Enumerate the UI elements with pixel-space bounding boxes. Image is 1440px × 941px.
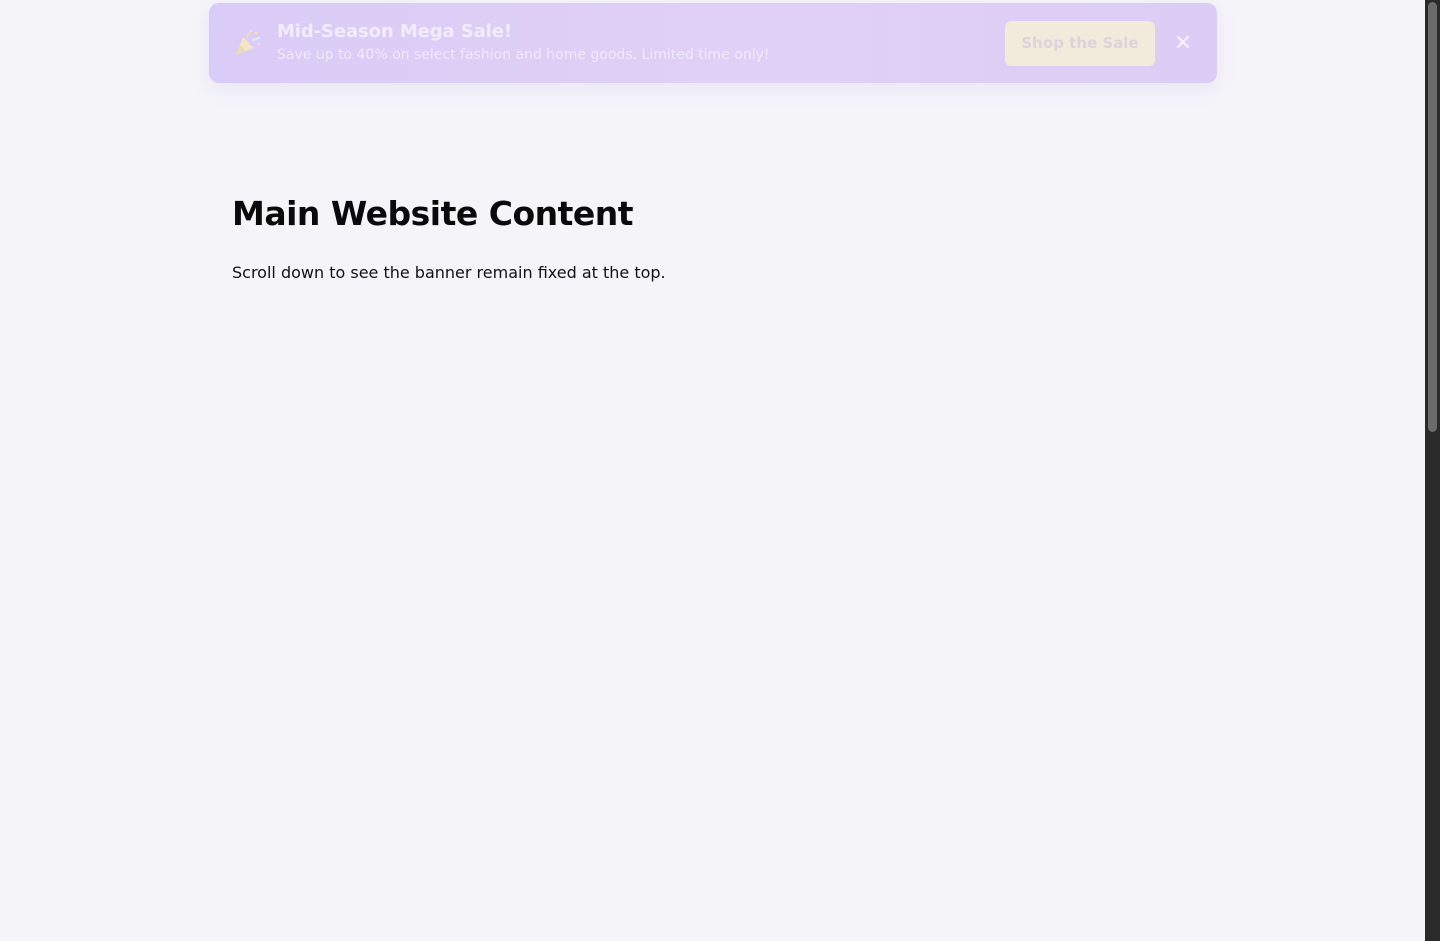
page-description: Scroll down to see the banner remain fix… bbox=[232, 263, 666, 282]
party-popper-icon bbox=[233, 28, 263, 58]
banner-subtitle: Save up to 40% on select fashion and hom… bbox=[277, 46, 770, 63]
shop-the-sale-button[interactable]: Shop the Sale bbox=[1005, 20, 1155, 66]
scrollbar-thumb[interactable] bbox=[1428, 2, 1437, 432]
vertical-scrollbar[interactable] bbox=[1425, 0, 1440, 941]
close-icon[interactable] bbox=[1173, 32, 1193, 52]
promo-banner: Mid-Season Mega Sale! Save up to 40% on … bbox=[209, 3, 1217, 83]
banner-text: Mid-Season Mega Sale! Save up to 40% on … bbox=[277, 21, 1005, 64]
page-title: Main Website Content bbox=[232, 194, 634, 233]
banner-title: Mid-Season Mega Sale! bbox=[277, 20, 512, 42]
